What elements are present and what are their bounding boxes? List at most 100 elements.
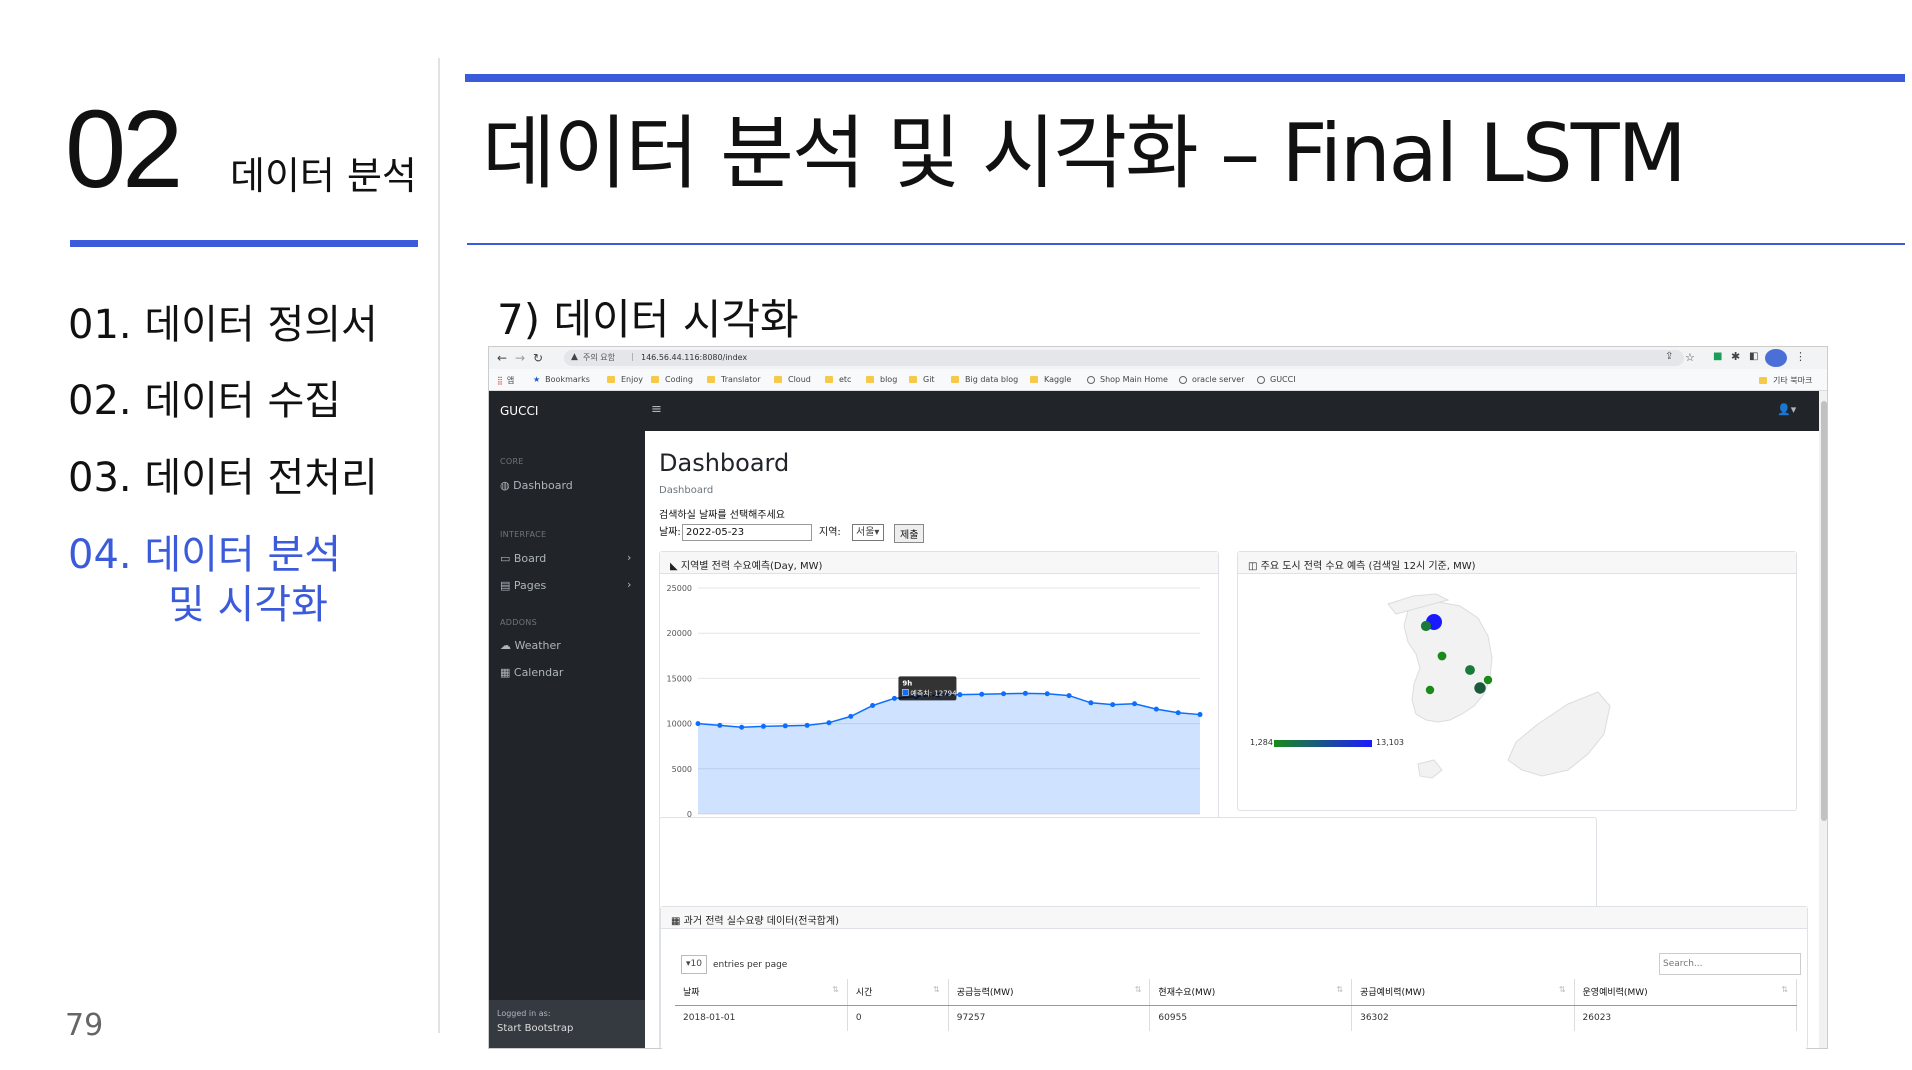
breadcrumb[interactable]: Dashboard [659, 486, 713, 496]
toc-item-3: 03. 데이터 전처리 [68, 455, 378, 501]
map-marker[interactable] [1437, 651, 1447, 661]
jeju-area [1417, 759, 1443, 779]
sidepanel-icon[interactable]: ◧ [1749, 352, 1758, 362]
data-point [891, 695, 897, 701]
star-icon[interactable]: ☆ [1685, 352, 1695, 363]
brand-logo[interactable]: GUCCI [500, 405, 538, 417]
chevron-right-icon[interactable]: › [627, 578, 631, 591]
submit-button[interactable]: 제출 [894, 524, 925, 543]
data-point [717, 722, 723, 728]
data-point [1001, 691, 1007, 697]
col-op-reserve[interactable]: 운영예비력(MW) ⇅ [1574, 979, 1798, 1006]
url-separator: | [631, 352, 634, 361]
bookmark-translator[interactable]: Translator [707, 375, 761, 384]
data-point [1153, 706, 1159, 712]
map-marker[interactable] [1474, 682, 1486, 694]
sidebar-footer: Logged in as: Start Bootstrap [489, 1000, 645, 1048]
forward-icon[interactable]: → [515, 352, 525, 364]
col-hour[interactable]: 시간 ⇅ [847, 979, 949, 1006]
tooltip-title: 9h [902, 679, 912, 687]
y-tick-label: 10000 [667, 720, 692, 729]
per-page-select[interactable]: ▾10 [681, 955, 707, 974]
bookmark-kaggle[interactable]: Kaggle [1030, 375, 1071, 384]
bookmark-big-data-blog[interactable]: Big data blog [951, 375, 1018, 384]
japan-area [1507, 691, 1611, 777]
col-demand[interactable]: 현재수요(MW) ⇅ [1149, 979, 1353, 1006]
date-input[interactable] [682, 524, 812, 541]
calendar-icon: ▦ [500, 666, 514, 679]
other-bookmarks[interactable]: 기타 북마크 [1759, 375, 1812, 386]
bookmark-shop-main-home[interactable]: Shop Main Home [1087, 375, 1168, 384]
map-marker[interactable] [1465, 665, 1475, 675]
user-menu-icon[interactable]: 👤▾ [1777, 404, 1796, 415]
area-chart-icon: ◣ [670, 561, 681, 572]
data-point [1197, 712, 1203, 718]
tooltip-label: 예측치: 12794 [910, 688, 957, 697]
pages-icon: ▤ [500, 579, 514, 592]
series-area [698, 693, 1200, 814]
extensions-icon[interactable]: ✱ [1731, 351, 1740, 362]
per-page-label: entries per page [713, 960, 788, 970]
region-select[interactable]: 서울▾ [852, 524, 884, 541]
share-icon[interactable]: ⇪ [1665, 352, 1673, 362]
data-point [695, 721, 701, 727]
app-sidebar: CORE ◍ Dashboard INTERFACE ▭ Board › ▤ P… [489, 431, 645, 1048]
bookmark-gucci[interactable]: GUCCI [1257, 375, 1296, 384]
security-warning[interactable]: 주의 요함 [583, 354, 615, 362]
chevron-right-icon[interactable]: › [627, 551, 631, 564]
table-card-body: ▦ 과거 전력 실수요량 데이터(전국합계) ▾10 entries per p… [660, 906, 1808, 1049]
table-card-frame: ▦ 과거 전력 실수요량 데이터(전국합계) ▾10 entries per p… [660, 906, 1808, 1049]
sidebar-item-calendar[interactable]: ▦ Calendar [500, 666, 563, 679]
toc-item-2: 02. 데이터 수집 [68, 378, 342, 424]
bookmark-coding[interactable]: Coding [651, 375, 693, 384]
page-number: 79 [65, 1008, 104, 1043]
warning-icon: ▲ [571, 352, 578, 362]
col-supply[interactable]: 공급능력(MW) ⇅ [948, 979, 1151, 1006]
y-tick-label: 15000 [667, 674, 692, 683]
sidebar-item-dashboard[interactable]: ◍ Dashboard [500, 479, 573, 492]
col-supply-reserve[interactable]: 공급예비력(MW) ⇅ [1351, 979, 1575, 1006]
map-marker[interactable] [1483, 675, 1493, 685]
bookmark-cloud[interactable]: Cloud [774, 375, 811, 384]
scroll-thumb[interactable] [1821, 401, 1827, 821]
map-legend-bar [1274, 740, 1372, 747]
sidebar-item-weather[interactable]: ☁ Weather [500, 639, 561, 652]
profile-avatar[interactable] [1765, 349, 1787, 367]
data-point [957, 692, 963, 698]
bookmark-enjoy[interactable]: Enjoy [607, 375, 643, 384]
bookmark-git[interactable]: Git [909, 375, 935, 384]
data-point [1044, 691, 1050, 697]
y-tick-label: 20000 [667, 629, 692, 638]
data-point [1175, 710, 1181, 716]
sidebar-toggle-icon[interactable]: ≡ [651, 403, 662, 416]
url-text[interactable]: 146.56.44.116:8080/index [641, 354, 747, 362]
data-point [739, 724, 745, 730]
table-header: ▦ 과거 전력 실수요량 데이터(전국합계) [661, 907, 1807, 929]
apps-icon[interactable]: ⣿ 앱 [497, 375, 514, 386]
sidebar-heading-core: CORE [500, 457, 524, 466]
bookmark-bookmarks[interactable]: ★ Bookmarks [533, 375, 590, 384]
map-marker[interactable] [1420, 620, 1432, 632]
reload-icon[interactable]: ↻ [533, 352, 543, 364]
bookmark-blog[interactable]: blog [866, 375, 897, 384]
bookmark-etc[interactable]: etc [825, 375, 851, 384]
table-row: 2018-01-01 0 97257 60955 36302 26023 [675, 1005, 1798, 1031]
title-underline [467, 243, 1905, 245]
sidebar-heading-addons: ADDONS [500, 618, 537, 627]
data-point [1088, 700, 1094, 706]
extension-m-icon[interactable]: ■ [1713, 352, 1722, 362]
menu-kebab-icon[interactable]: ⋮ [1795, 351, 1806, 362]
tooltip-swatch [902, 689, 909, 696]
section-number: 02 [65, 88, 183, 211]
legend-min: 1,284 [1250, 738, 1273, 747]
sidebar-item-board[interactable]: ▭ Board [500, 552, 546, 565]
map-marker[interactable] [1425, 685, 1435, 695]
page-scrollbar[interactable] [1819, 391, 1827, 1048]
bar-chart-icon: ◫ [1248, 561, 1261, 572]
bookmark-oracle-server[interactable]: oracle server [1179, 375, 1245, 384]
board-icon: ▭ [500, 552, 514, 565]
sidebar-item-pages[interactable]: ▤ Pages [500, 579, 546, 592]
col-date[interactable]: 날짜 ⇅ [675, 979, 848, 1006]
back-icon[interactable]: ← [497, 352, 507, 364]
table-search-input[interactable] [1659, 953, 1801, 975]
